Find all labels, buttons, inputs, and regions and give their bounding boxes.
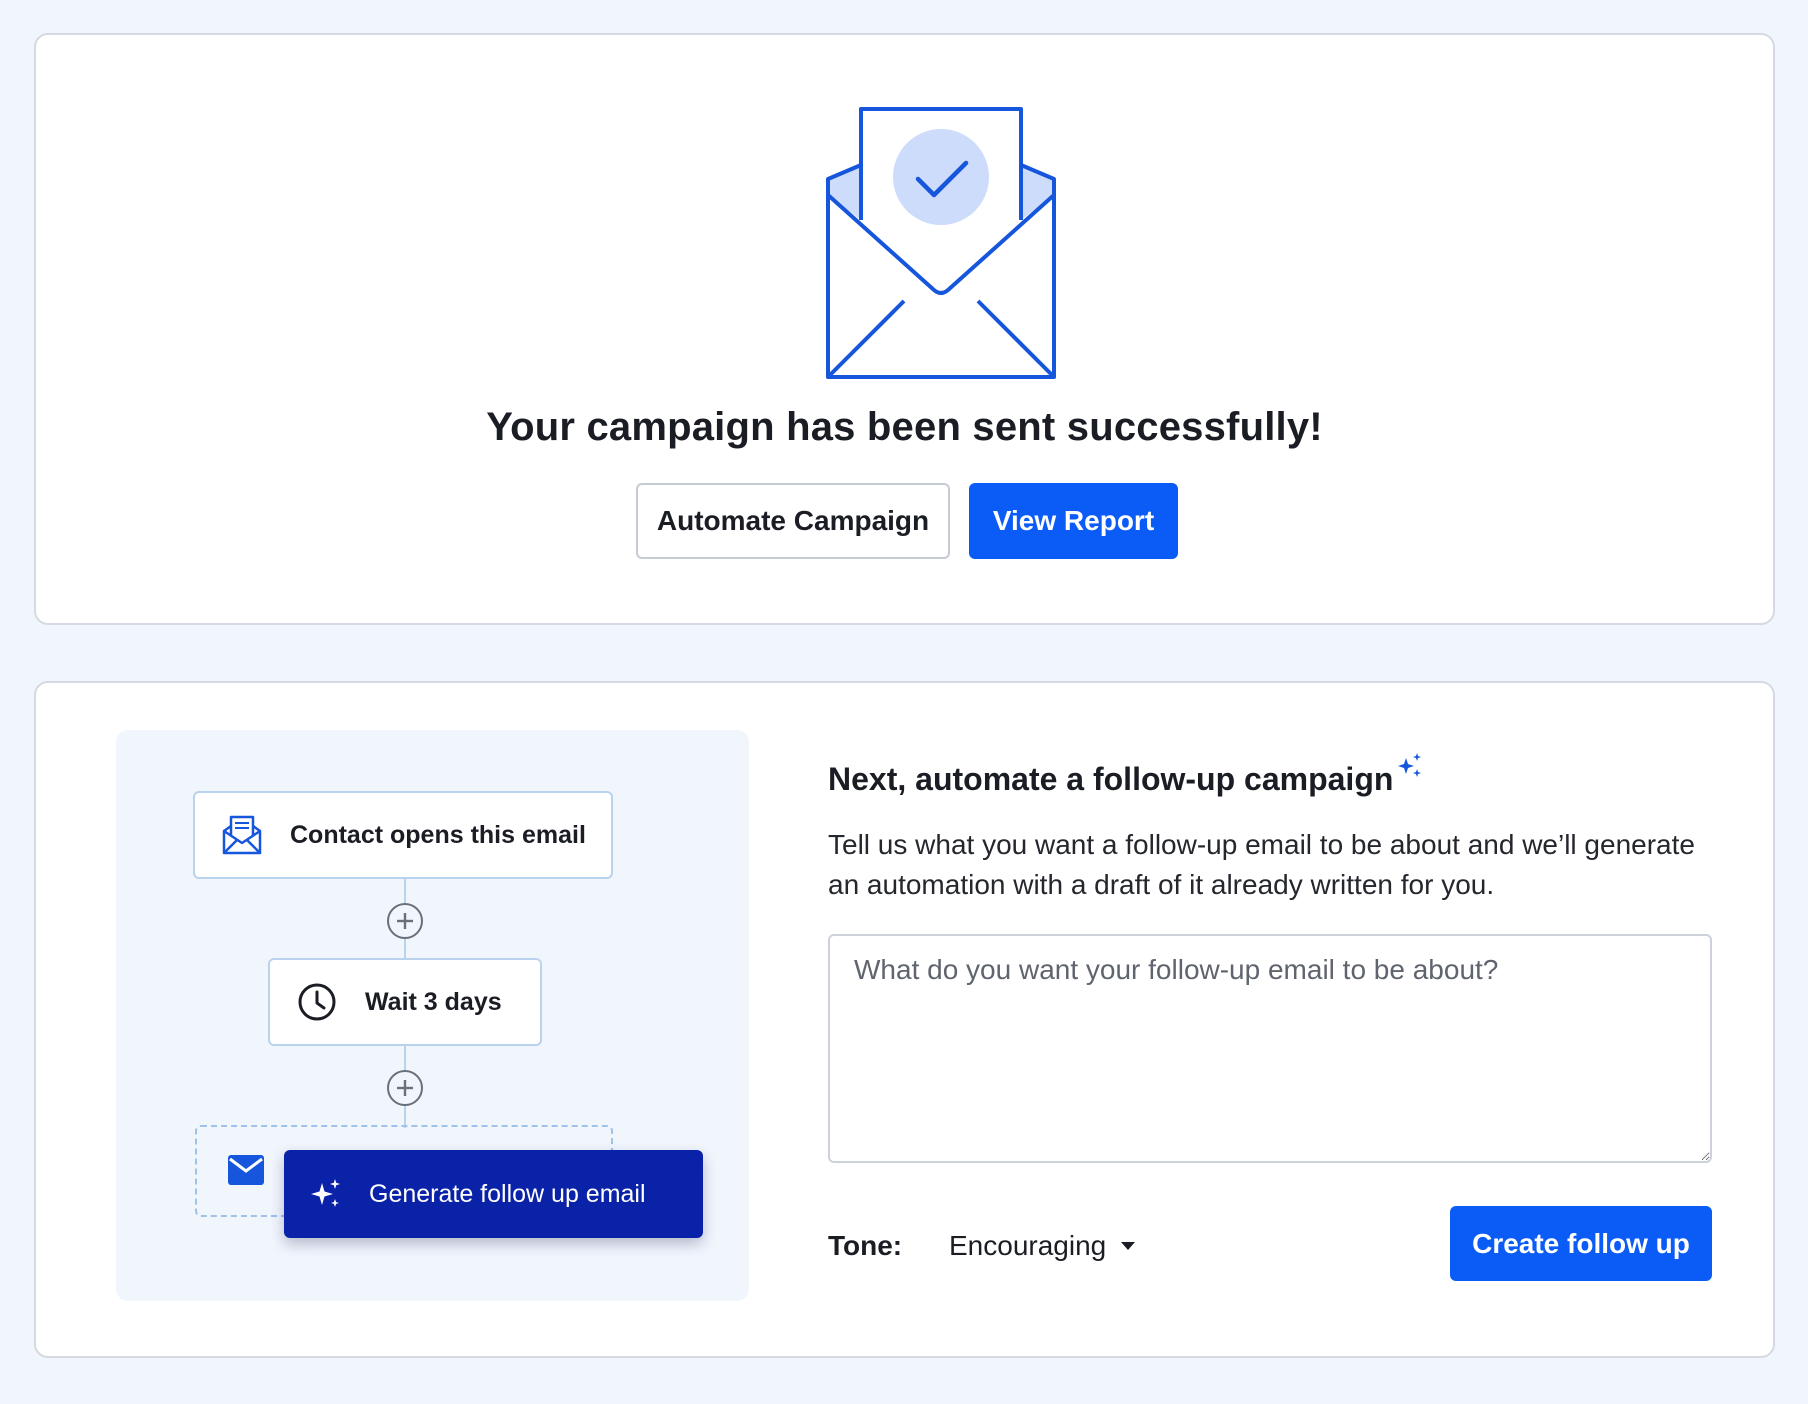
add-step-button[interactable]: [387, 1070, 423, 1106]
plus-circle-icon: [397, 1080, 413, 1096]
follow-up-description: Tell us what you want a follow-up email …: [828, 829, 1695, 900]
trigger-node: Contact opens this email: [193, 791, 613, 879]
add-step-button[interactable]: [387, 903, 423, 939]
success-title: Your campaign has been sent successfully…: [486, 405, 1323, 449]
follow-up-heading: Next, automate a follow-up campaign: [828, 753, 1423, 798]
envelope-check-icon: [826, 107, 1056, 379]
heading-text: Next, automate a follow-up campaign: [828, 761, 1394, 797]
campaign-sent-card: Your campaign has been sent successfully…: [34, 33, 1775, 625]
envelope-icon: [228, 1155, 264, 1185]
sparkles-icon: [311, 1179, 341, 1209]
sparkles-icon: [1397, 753, 1423, 779]
follow-up-prompt-input[interactable]: [828, 934, 1712, 1163]
generate-label: Generate follow up email: [369, 1179, 646, 1208]
plus-circle-icon: [397, 913, 413, 929]
view-report-button[interactable]: View Report: [969, 483, 1178, 559]
generate-follow-up-button[interactable]: Generate follow up email: [284, 1150, 703, 1238]
automation-flow-preview: Contact opens this email Wait 3 days Gen…: [116, 730, 749, 1301]
create-follow-up-button[interactable]: Create follow up: [1450, 1206, 1712, 1281]
caret-down-icon: [1120, 1241, 1136, 1251]
tone-dropdown[interactable]: Encouraging: [949, 1230, 1136, 1262]
wait-node: Wait 3 days: [268, 958, 542, 1046]
automate-campaign-button[interactable]: Automate Campaign: [636, 483, 950, 559]
trigger-label: Contact opens this email: [290, 820, 586, 849]
follow-up-card: Contact opens this email Wait 3 days Gen…: [34, 681, 1775, 1358]
email-open-icon: [222, 815, 262, 855]
tone-value: Encouraging: [949, 1230, 1107, 1261]
tone-label: Tone:: [828, 1230, 903, 1261]
wait-label: Wait 3 days: [365, 987, 502, 1016]
clock-icon: [297, 982, 337, 1022]
